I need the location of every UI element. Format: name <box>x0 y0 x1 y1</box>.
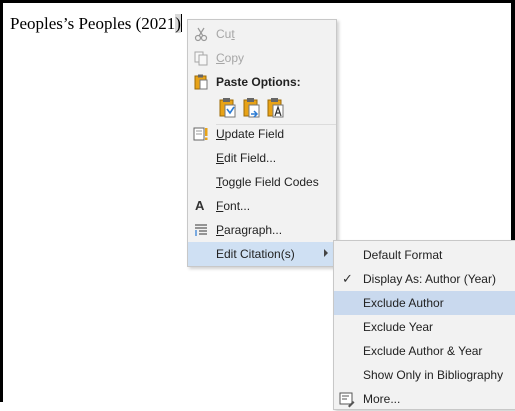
citation-text[interactable]: Peoples’s Peoples (2021) <box>10 14 182 34</box>
update-field-menu-item[interactable]: Update Field <box>188 122 336 146</box>
text-caret <box>180 14 182 32</box>
show-only-in-bibliography-menu-item[interactable]: Show Only in Bibliography <box>334 363 515 387</box>
paragraph-icon <box>195 224 207 236</box>
toggle-field-codes-label: Toggle Field Codes <box>216 175 319 189</box>
update-field-label: Update Field <box>216 127 285 141</box>
paste-options-row <box>188 94 336 122</box>
font-icon: A <box>195 198 205 213</box>
paragraph-menu-item[interactable]: Paragraph... <box>188 218 336 242</box>
cut-label: Cut <box>216 27 235 41</box>
default-format-label: Default Format <box>363 248 443 262</box>
cut-menu-item[interactable]: Cut <box>188 22 336 46</box>
exclude-author-label: Exclude Author <box>363 296 444 310</box>
toggle-field-codes-menu-item[interactable]: Toggle Field Codes <box>188 170 336 194</box>
paste-options-label: Paste Options: <box>216 75 301 89</box>
update-field-icon <box>193 127 208 141</box>
citation-more-icon <box>339 392 355 408</box>
edit-citations-submenu: Default Format ✓ Display As: Author (Yea… <box>333 240 515 410</box>
edit-field-label: Edit Field... <box>216 151 277 165</box>
edit-citations-menu-item[interactable]: Edit Citation(s) <box>188 242 336 266</box>
exclude-author-year-menu-item[interactable]: Exclude Author & Year <box>334 339 515 363</box>
scissors-icon <box>194 27 208 42</box>
more-menu-item[interactable]: More... <box>334 387 515 411</box>
exclude-year-menu-item[interactable]: Exclude Year <box>334 315 515 339</box>
page-border-left <box>0 0 3 402</box>
font-label: Font... <box>216 199 251 213</box>
more-label: More... <box>363 392 401 406</box>
clipboard-icon <box>194 74 208 90</box>
display-as-author-year-menu-item[interactable]: ✓ Display As: Author (Year) <box>334 267 515 291</box>
paste-options-header: Paste Options: <box>188 70 336 94</box>
page-border-top <box>0 0 515 3</box>
show-only-bibliography-label: Show Only in Bibliography <box>363 368 504 382</box>
paste-text-only-icon[interactable] <box>266 97 286 119</box>
exclude-year-label: Exclude Year <box>363 320 434 334</box>
edit-field-menu-item[interactable]: Edit Field... <box>188 146 336 170</box>
copy-label: Copy <box>216 51 245 65</box>
checkmark-icon: ✓ <box>342 271 353 286</box>
document-text: Peoples’s Peoples (2021 <box>10 14 176 33</box>
copy-icon <box>194 51 208 66</box>
context-menu: Cut Copy Paste Options: Update Field Edi… <box>187 19 337 267</box>
exclude-author-year-label: Exclude Author & Year <box>363 344 483 358</box>
default-format-menu-item[interactable]: Default Format <box>334 243 515 267</box>
font-menu-item[interactable]: A Font... <box>188 194 336 218</box>
paragraph-label: Paragraph... <box>216 223 283 237</box>
paste-keep-source-icon[interactable] <box>218 97 238 119</box>
paste-merge-icon[interactable] <box>242 97 262 119</box>
exclude-author-menu-item[interactable]: Exclude Author <box>334 291 515 315</box>
chevron-right-icon <box>324 249 328 257</box>
edit-citations-label: Edit Citation(s) <box>216 247 295 261</box>
display-as-label: Display As: Author (Year) <box>363 272 496 286</box>
copy-menu-item[interactable]: Copy <box>188 46 336 70</box>
